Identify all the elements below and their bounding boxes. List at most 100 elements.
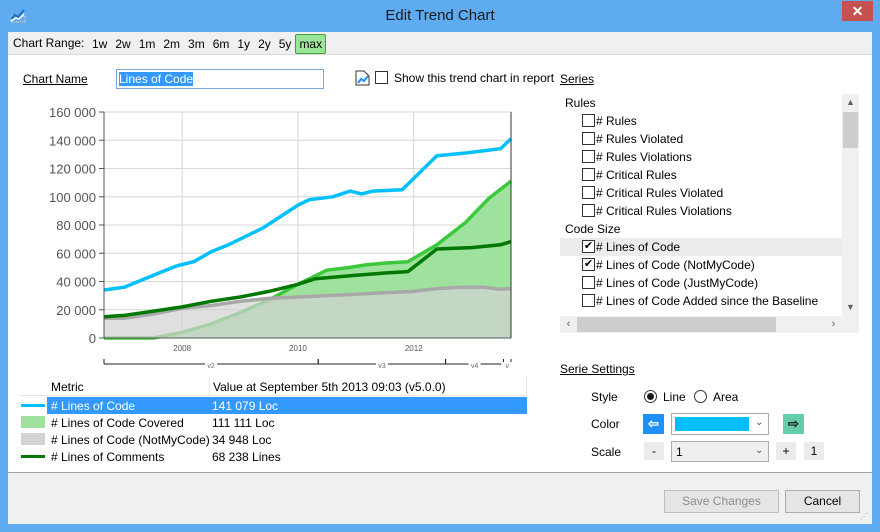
series-group-header: Rules: [560, 94, 842, 112]
range-option-2m[interactable]: 2m: [159, 34, 184, 54]
series-list-item[interactable]: # Rules Violated: [560, 130, 842, 148]
scale-dropdown[interactable]: 1 ⌄: [671, 441, 769, 462]
chart-name-input[interactable]: Lines of Code: [116, 69, 324, 89]
series-label: # Critical Rules Violated: [596, 186, 724, 200]
metrics-table-header: Metric Value at September 5th 2013 09:03…: [21, 377, 527, 396]
series-checkbox[interactable]: [582, 132, 595, 145]
series-list-item[interactable]: ✔ # Lines of Code: [560, 238, 842, 256]
y-tick-label: 80 000: [56, 218, 96, 233]
vertical-scrollbar[interactable]: ▲ ▼: [842, 94, 859, 316]
scroll-right-icon[interactable]: ›: [825, 316, 842, 333]
series-label: # Lines of Code: [596, 240, 681, 254]
scale-label: Scale: [591, 445, 622, 459]
metrics-table-row[interactable]: # Lines of Code Covered 111 111 Loc: [21, 414, 527, 431]
style-line-label[interactable]: Line: [663, 390, 686, 404]
scrollbar-thumb[interactable]: [843, 112, 858, 148]
scale-decrease-button[interactable]: -: [644, 442, 664, 460]
series-checkbox[interactable]: [582, 276, 595, 289]
series-list-item[interactable]: # Critical Rules Violations: [560, 202, 842, 220]
show-in-report-checkbox[interactable]: [375, 71, 388, 84]
series-checkbox[interactable]: [582, 294, 595, 307]
y-tick-label: 100 000: [49, 190, 96, 205]
series-checkbox[interactable]: [582, 150, 595, 163]
line-legend-icon: [21, 404, 45, 407]
scrollbar-thumb[interactable]: [577, 317, 776, 332]
series-label: # Critical Rules: [596, 168, 677, 182]
range-option-max[interactable]: max: [295, 34, 327, 54]
value-column-header[interactable]: Value at September 5th 2013 09:03 (v5.0.…: [213, 380, 446, 394]
series-list-item[interactable]: # Rules: [560, 112, 842, 130]
range-option-2w[interactable]: 2w: [111, 34, 134, 54]
scroll-down-icon[interactable]: ▼: [842, 299, 859, 316]
range-option-1w[interactable]: 1w: [88, 34, 111, 54]
metric-name: # Lines of Code: [51, 399, 136, 413]
scroll-left-icon[interactable]: ‹: [560, 316, 577, 333]
series-label: # Rules Violations: [596, 150, 692, 164]
next-color-button[interactable]: ⇨: [783, 414, 804, 434]
range-option-1y[interactable]: 1y: [233, 34, 254, 54]
series-list-item[interactable]: # Critical Rules Violated: [560, 184, 842, 202]
chart-range-label: Chart Range:: [13, 36, 85, 50]
cancel-button[interactable]: Cancel: [785, 490, 860, 513]
metrics-table-row[interactable]: # Lines of Code (NotMyCode) 34 948 Loc: [21, 431, 527, 448]
area-legend-icon: [21, 416, 45, 428]
range-option-2y[interactable]: 2y: [254, 34, 275, 54]
metric-name: # Lines of Code (NotMyCode): [51, 433, 210, 447]
style-line-radio[interactable]: [644, 390, 657, 403]
style-area-label[interactable]: Area: [713, 390, 738, 404]
scale-reset-button[interactable]: 1: [804, 442, 824, 460]
version-label: v4: [471, 363, 479, 370]
metric-name: # Lines of Comments: [51, 450, 165, 464]
close-button[interactable]: ✕: [842, 1, 873, 21]
report-chart-icon: [355, 70, 370, 86]
metric-value: 68 238 Lines: [212, 450, 281, 464]
chevron-down-icon: ⌄: [755, 445, 764, 456]
resize-grip-icon[interactable]: ⋰: [860, 512, 870, 522]
chart-range-bar: Chart Range: 1w 2w 1m 2m 3m 6m 1y 2y 5y max: [8, 32, 872, 55]
color-swatch: [675, 417, 749, 431]
scroll-corner: [842, 316, 859, 333]
checkmark-icon: ✔: [583, 240, 594, 252]
scroll-up-icon[interactable]: ▲: [842, 94, 859, 111]
series-list-item[interactable]: # Lines of Code Added since the Baseline: [560, 292, 842, 310]
scale-value: 1: [676, 445, 683, 459]
window-title: Edit Trend Chart: [385, 7, 495, 24]
save-changes-button[interactable]: Save Changes: [664, 490, 779, 513]
version-label: v3: [378, 363, 386, 370]
checkmark-icon: ✔: [583, 258, 594, 270]
horizontal-scrollbar[interactable]: ‹ ›: [560, 316, 842, 333]
metrics-table-row[interactable]: # Lines of Comments 68 238 Lines: [21, 448, 527, 465]
series-checkbox[interactable]: ✔: [582, 240, 595, 253]
metric-value: 34 948 Loc: [212, 433, 272, 447]
arrow-left-icon: ⇦: [648, 416, 659, 431]
series-label: Code Size: [565, 222, 621, 236]
column-divider: [526, 377, 527, 396]
series-label: # Rules Violated: [596, 132, 684, 146]
series-checkbox[interactable]: [582, 114, 595, 127]
series-checkbox[interactable]: [582, 168, 595, 181]
trend-chart: 0 20 000 40 000 60 000 80 000 100 000 120 000 1…: [49, 105, 514, 370]
metric-column-header[interactable]: Metric: [51, 380, 84, 394]
range-option-6m[interactable]: 6m: [209, 34, 234, 54]
style-area-radio[interactable]: [694, 390, 707, 403]
range-option-1m[interactable]: 1m: [135, 34, 160, 54]
series-list-item[interactable]: # Lines of Code (JustMyCode): [560, 274, 842, 292]
color-dropdown[interactable]: ⌄: [671, 413, 769, 435]
series-list-item[interactable]: # Critical Rules: [560, 166, 842, 184]
series-list-item[interactable]: # Rules Violations: [560, 148, 842, 166]
scale-increase-button[interactable]: +: [776, 442, 796, 460]
chart-name-value: Lines of Code: [119, 72, 194, 86]
chart-range-options: 1w 2w 1m 2m 3m 6m 1y 2y 5y max: [88, 34, 327, 54]
metric-name: # Lines of Code Covered: [51, 416, 184, 430]
range-option-3m[interactable]: 3m: [184, 34, 209, 54]
series-checkbox[interactable]: [582, 204, 595, 217]
close-icon: ✕: [851, 3, 864, 19]
series-list-item[interactable]: ✔ # Lines of Code (NotMyCode): [560, 256, 842, 274]
previous-color-button[interactable]: ⇦: [643, 414, 664, 434]
metrics-table-row[interactable]: # Lines of Code 141 079 Loc: [21, 397, 527, 414]
series-label: Rules: [565, 96, 596, 110]
series-checkbox[interactable]: [582, 186, 595, 199]
range-option-5y[interactable]: 5y: [275, 34, 296, 54]
metric-value: 111 111 Loc: [212, 416, 275, 430]
series-checkbox[interactable]: ✔: [582, 258, 595, 271]
